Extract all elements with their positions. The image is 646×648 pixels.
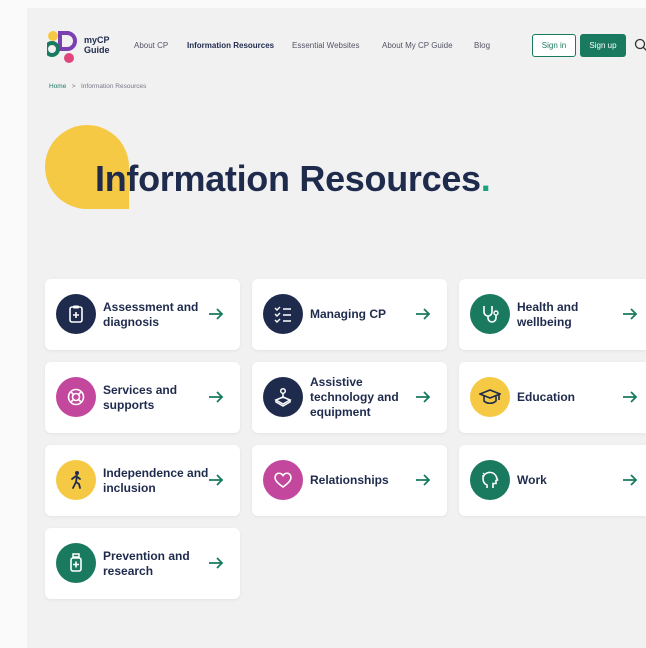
sign-in-button[interactable]: Sign in [532,34,576,57]
arrow-right-icon [209,391,224,403]
medicine-bottle-icon [56,543,96,583]
card-assessment-and-diagnosis[interactable]: Assessment and diagnosis [45,279,240,350]
card-label: Assessment and diagnosis [103,299,199,329]
arrow-right-icon [209,474,224,486]
arrow-right-icon [209,557,224,569]
card-label: Prevention and research [103,548,190,578]
nav-about-my-cp-guide[interactable]: About My CP Guide [382,41,453,50]
card-work[interactable]: Work [459,445,646,516]
checklist-icon [263,294,303,334]
card-education[interactable]: Education [459,362,646,433]
arrow-right-icon [416,308,431,320]
nav-information-resources[interactable]: Information Resources [187,41,274,50]
card-label: Relationships [310,473,389,487]
clipboard-icon [56,294,96,334]
breadcrumb-separator: > [71,83,76,90]
sign-up-button[interactable]: Sign up [580,34,626,57]
card-label: Managing CP [310,307,387,321]
walking-person-icon [56,460,96,500]
nav-blog[interactable]: Blog [474,41,490,50]
logo-line-1: myCP [84,35,110,45]
page-title-text: Information Resources [95,158,481,199]
card-health-and-wellbeing[interactable]: Health and wellbeing [459,279,646,350]
nav-about-cp[interactable]: About CP [134,41,168,50]
logo-line-2: Guide [84,45,110,55]
card-independence-and-inclusion[interactable]: Independence and inclusion [45,445,240,516]
card-managing-cp[interactable]: Managing CP [252,279,447,350]
breadcrumb: Home > Information Resources [49,83,146,90]
card-label: Education [517,390,576,404]
arrow-right-icon [623,474,638,486]
graduation-cap-icon [470,377,510,417]
card-relationships[interactable]: Relationships [252,445,447,516]
stethoscope-icon [470,294,510,334]
arrow-right-icon [209,308,224,320]
title-dot: . [480,158,491,199]
breadcrumb-current: Information Resources [80,83,147,90]
card-prevention-and-research[interactable]: Prevention and research [45,528,240,599]
card-label: Work [517,473,547,487]
joystick-icon [263,377,303,417]
arrow-right-icon [623,308,638,320]
logo-text[interactable]: myCP Guide [84,35,110,55]
breadcrumb-home[interactable]: Home [49,83,66,90]
card-label: Services and supports [103,382,178,412]
page: myCP Guide About CP Information Resource… [27,8,646,648]
card-assistive-technology-and-equipment[interactable]: Assistive technology and equipment [252,362,447,433]
lifebuoy-icon [56,377,96,417]
page-title: Information Resources. [95,158,491,200]
card-services-and-supports[interactable]: Services and supports [45,362,240,433]
arrow-right-icon [416,474,431,486]
heart-icon [263,460,303,500]
arrow-right-icon [623,391,638,403]
card-label: Health and wellbeing [517,299,579,329]
arrow-right-icon [416,391,431,403]
card-label: Assistive technology and equipment [310,375,399,419]
head-icon [470,460,510,500]
nav-essential-websites[interactable]: Essential Websites [292,41,359,50]
search-icon[interactable] [634,38,646,52]
card-label: Independence and inclusion [103,465,209,495]
